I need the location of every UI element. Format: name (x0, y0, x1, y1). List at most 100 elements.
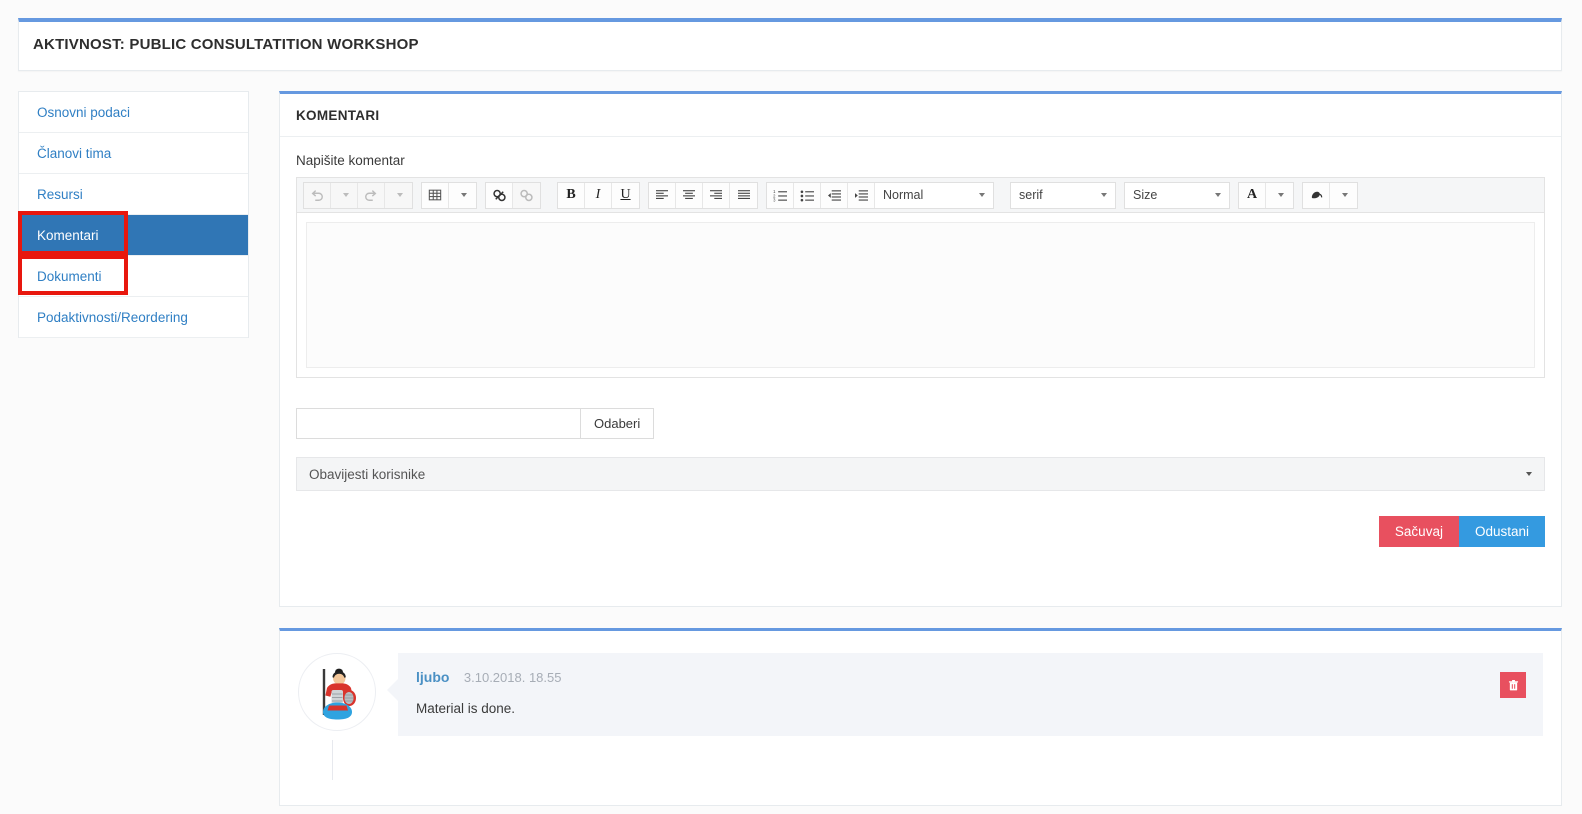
chevron-down-icon (1342, 193, 1348, 197)
unordered-list-button[interactable] (794, 182, 821, 208)
rich-text-editor: B I U 1 2 3 Normal serif Size A (296, 177, 1545, 378)
italic-button[interactable]: I (585, 182, 612, 208)
background-color-group (1302, 181, 1358, 209)
chevron-down-icon (397, 193, 403, 197)
comment-field-label: Napišite komentar (296, 153, 405, 168)
comment-author[interactable]: ljubo (416, 669, 449, 685)
header-panel: AKTIVNOST: PUBLIC CONSULTATITION WORKSHO… (18, 18, 1562, 71)
underline-button[interactable]: U (612, 182, 639, 208)
chevron-down-icon (1215, 193, 1221, 197)
highlighter-icon (1311, 191, 1322, 198)
insert-link-button[interactable] (486, 182, 513, 208)
outdent-icon (827, 189, 841, 201)
panel-body: Napišite komentar B I U 1 2 3 Normal ser… (280, 137, 1561, 563)
align-right-button[interactable] (703, 182, 730, 208)
text-style-group: B I U (557, 181, 640, 209)
file-browse-button[interactable]: Odaberi (581, 408, 655, 439)
undo-icon (311, 190, 323, 201)
undo-dropdown[interactable] (331, 182, 358, 208)
ordered-list-button[interactable]: 123 (767, 182, 794, 208)
history-group (303, 181, 413, 209)
sidebar-item-dokumenti[interactable]: Dokumenti (19, 256, 248, 297)
unlink-button[interactable] (513, 182, 540, 208)
align-center-button[interactable] (676, 182, 703, 208)
table-button[interactable] (422, 182, 449, 208)
text-color-label: A (1246, 187, 1258, 202)
text-color-button[interactable]: A (1239, 182, 1266, 208)
file-name-input[interactable] (296, 408, 581, 439)
font-family-select[interactable]: serif (1011, 182, 1115, 208)
file-upload-row: Odaberi (296, 408, 1545, 439)
underline-label: U (620, 187, 631, 202)
size-group: Size (1124, 181, 1230, 209)
undo-button[interactable] (304, 182, 331, 208)
italic-label: I (595, 187, 601, 202)
sidebar-item-label: Resursi (37, 187, 83, 202)
notify-users-value: Obavijesti korisnike (309, 466, 426, 482)
table-group (421, 181, 477, 209)
unlink-icon (520, 189, 533, 201)
sidebar-item-label: Članovi tima (37, 146, 112, 161)
chevron-down-icon (1278, 193, 1284, 197)
sidebar-item-label: Komentari (37, 228, 99, 243)
font-group: serif (1010, 181, 1116, 209)
link-group (485, 181, 541, 209)
notify-users-select[interactable]: Obavijesti korisnike (296, 457, 1545, 491)
bold-button[interactable]: B (558, 182, 585, 208)
font-size-value: Size (1133, 188, 1158, 202)
panel-title: KOMENTARI (280, 94, 1561, 137)
unordered-list-icon (800, 189, 814, 201)
svg-text:3: 3 (773, 197, 776, 201)
chevron-down-icon (461, 193, 467, 197)
format-select[interactable]: Normal (875, 182, 993, 208)
table-icon (428, 189, 442, 201)
text-color-dropdown[interactable] (1266, 182, 1293, 208)
align-right-icon (710, 190, 722, 199)
format-select-value: Normal (883, 188, 924, 202)
sidebar-item-osnovni-podaci[interactable]: Osnovni podaci (19, 92, 248, 133)
list-group: 123 Normal (766, 181, 994, 209)
ordered-list-icon: 123 (773, 189, 787, 202)
cancel-button[interactable]: Odustani (1458, 516, 1545, 547)
sidebar-item-lanovi-tima[interactable]: Članovi tima (19, 133, 248, 174)
page-title: AKTIVNOST: PUBLIC CONSULTATITION WORKSHO… (33, 36, 419, 53)
comment-bubble: ljubo 3.10.2018. 18.55 Material is done. (387, 653, 1543, 736)
redo-dropdown[interactable] (385, 182, 412, 208)
comment-text: Material is done. (416, 701, 516, 716)
indent-button[interactable] (848, 182, 875, 208)
align-center-icon (683, 190, 695, 199)
save-button[interactable]: Sačuvaj (1378, 516, 1459, 547)
page-root: AKTIVNOST: PUBLIC CONSULTATITION WORKSHO… (0, 0, 1582, 814)
link-icon (492, 189, 506, 201)
align-left-button[interactable] (649, 182, 676, 208)
avatar (298, 653, 376, 731)
sidebar-item-podaktivnosti-reordering[interactable]: Podaktivnosti/Reordering (19, 297, 248, 338)
background-color-button[interactable] (1303, 182, 1330, 208)
chevron-down-icon (342, 193, 349, 197)
trash-icon (1508, 679, 1518, 690)
background-color-dropdown[interactable] (1330, 182, 1357, 208)
bold-label: B (566, 187, 576, 202)
chevron-down-icon (1526, 472, 1532, 476)
sidebar-item-komentari[interactable]: Komentari (19, 215, 248, 256)
action-buttons: Sačuvaj Odustani (296, 516, 1545, 547)
color-group: A (1238, 181, 1294, 209)
align-left-icon (656, 190, 668, 199)
sidebar-item-resursi[interactable]: Resursi (19, 174, 248, 215)
redo-button[interactable] (358, 182, 385, 208)
sidebar-item-label: Osnovni podaci (37, 105, 131, 120)
delete-comment-button[interactable] (1500, 672, 1526, 698)
chevron-down-icon (1101, 193, 1107, 197)
comments-list-panel: ljubo 3.10.2018. 18.55 Material is done. (279, 628, 1562, 806)
editor-content-area[interactable] (306, 222, 1535, 368)
comment-date: 3.10.2018. 18.55 (463, 670, 562, 685)
chevron-down-icon (979, 193, 985, 197)
editor-toolbar: B I U 1 2 3 Normal serif Size A (297, 178, 1544, 213)
indent-icon (854, 189, 868, 201)
sidebar-nav: Osnovni podaci Članovi tima Resursi Komenta… (18, 91, 249, 338)
align-justify-button[interactable] (730, 182, 757, 208)
table-dropdown[interactable] (449, 182, 476, 208)
font-size-select[interactable]: Size (1125, 182, 1229, 208)
comment-item: ljubo 3.10.2018. 18.55 Material is done. (280, 631, 1561, 736)
outdent-button[interactable] (821, 182, 848, 208)
